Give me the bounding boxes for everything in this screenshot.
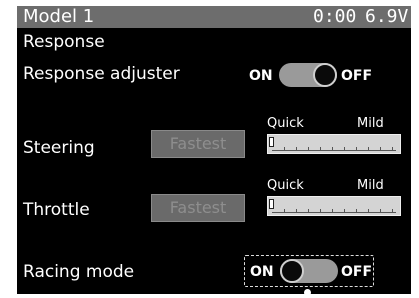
battery-voltage: 6.9V [365, 6, 409, 27]
steering-fastest-button[interactable]: Fastest [151, 130, 245, 158]
timer: 0:00 [313, 6, 357, 27]
cursor-dot-icon [304, 289, 311, 294]
steering-response-slider[interactable] [267, 134, 401, 154]
response-adjuster-toggle[interactable] [279, 63, 337, 87]
throttle-quick-label: Quick [267, 178, 304, 193]
page-title: Response [23, 32, 105, 52]
throttle-slider-marker [269, 199, 274, 209]
steering-mild-label: Mild [357, 116, 384, 131]
model-name: Model 1 [23, 6, 95, 27]
throttle-mild-label: Mild [357, 178, 384, 193]
transmitter-screen: Model 1 0:00 6.9V Response Response adju… [17, 6, 411, 294]
steering-quick-label: Quick [267, 116, 304, 131]
response-adjuster-off-label: OFF [341, 68, 373, 84]
racing-mode-label: Racing mode [23, 262, 135, 282]
racing-mode-on-label: ON [250, 264, 274, 280]
throttle-fastest-button[interactable]: Fastest [151, 194, 245, 222]
toggle-knob [313, 63, 337, 87]
toggle-knob [280, 259, 304, 283]
racing-mode-off-label: OFF [341, 264, 373, 280]
throttle-response-slider[interactable] [267, 196, 401, 216]
response-adjuster-label: Response adjuster [23, 64, 180, 84]
status-bar: Model 1 0:00 6.9V [17, 6, 411, 28]
response-adjuster-on-label: ON [249, 68, 273, 84]
throttle-label: Throttle [23, 200, 90, 220]
racing-mode-toggle[interactable] [280, 259, 338, 283]
steering-slider-marker [269, 137, 274, 147]
steering-label: Steering [23, 138, 95, 158]
